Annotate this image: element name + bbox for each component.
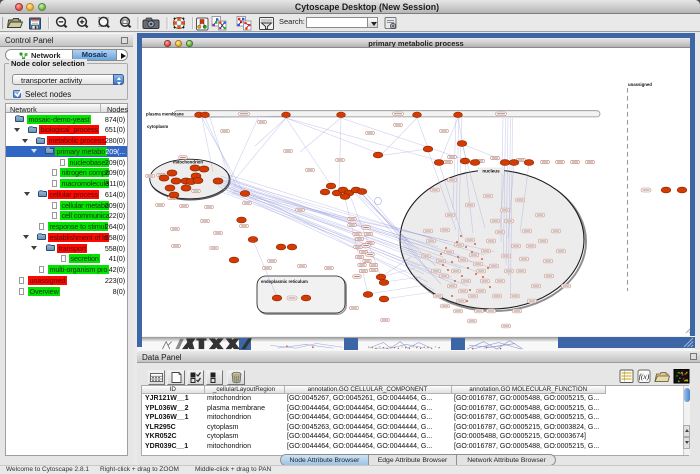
svg-text:f(x): f(x) xyxy=(639,372,650,381)
